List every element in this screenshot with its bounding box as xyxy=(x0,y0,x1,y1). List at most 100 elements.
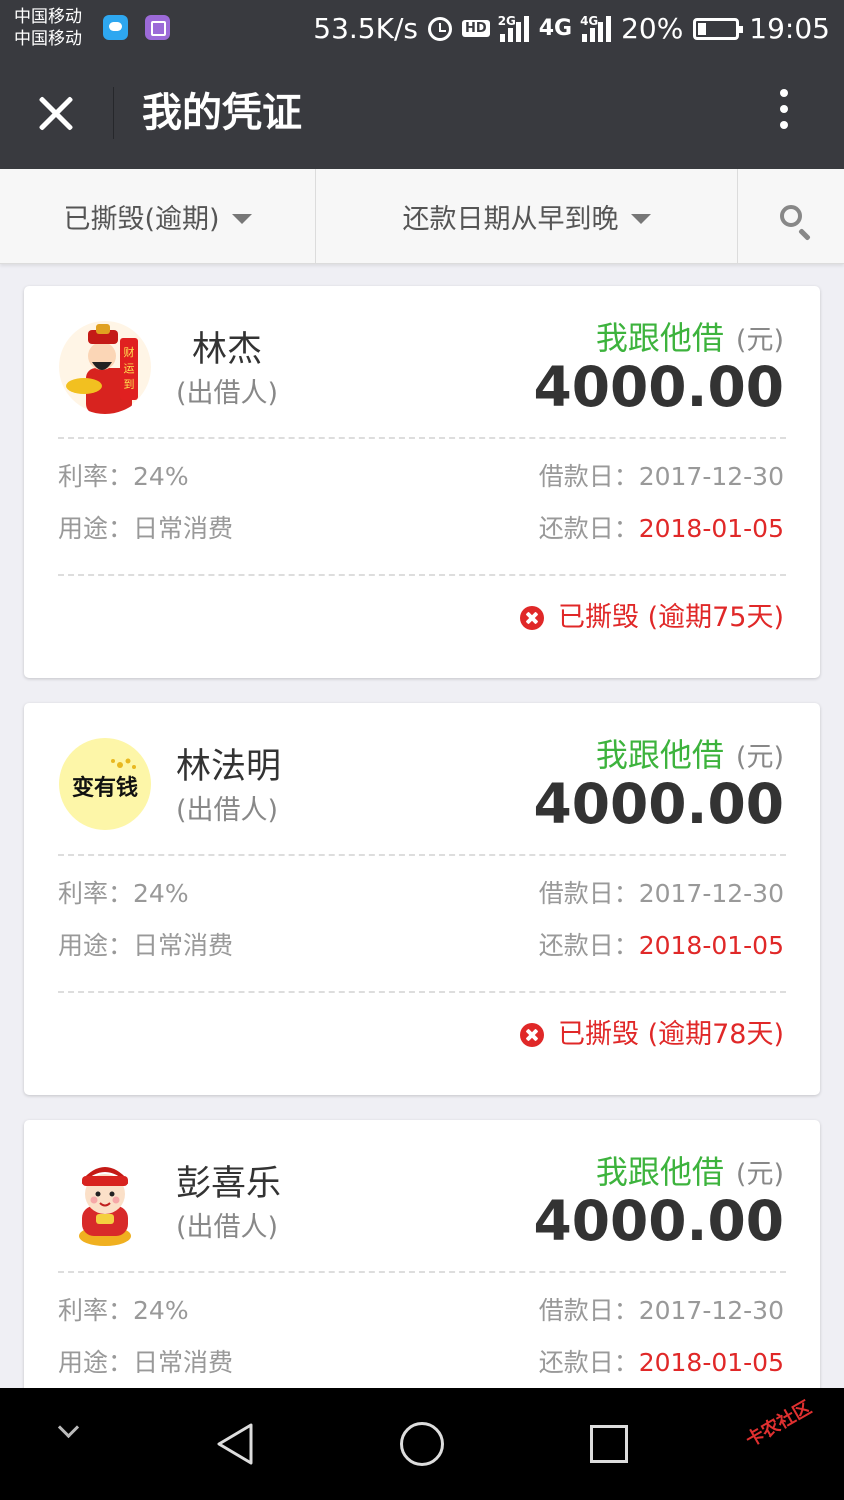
dashed-divider xyxy=(58,437,786,439)
system-nav-bar xyxy=(0,1388,844,1500)
battery-percent: 20% xyxy=(621,12,684,45)
status-right: 53.5K/s HD 2G 4G 4G 20% 19:05 xyxy=(313,0,830,57)
rate-value: 24% xyxy=(133,1296,189,1325)
purpose-value: 日常消费 xyxy=(133,931,234,960)
interest-rate: 利率：24% xyxy=(58,1293,189,1329)
loan-date: 借款日：2017-12-30 xyxy=(539,1293,784,1329)
rate-value: 24% xyxy=(133,879,189,908)
loan-amount: 4000.00 xyxy=(533,355,784,419)
close-circle-icon xyxy=(519,1023,544,1047)
filter-bar: 已撕毁(逾期) 还款日期从早到晚 xyxy=(0,169,844,264)
voucher-card[interactable]: 财 运 到 林杰 (出借人) 我跟他借 (元) 4000.00 利率：24% 用途… xyxy=(24,286,820,678)
purpose-value: 日常消费 xyxy=(133,1348,234,1377)
status-text: 已撕毁 (逾期75天) xyxy=(557,602,784,633)
rate-label: 利率： xyxy=(58,462,134,491)
close-circle-icon xyxy=(519,606,544,630)
purpose-value: 日常消费 xyxy=(133,514,234,543)
carrier-names: 中国移动 中国移动 xyxy=(14,6,82,50)
chevron-down-icon xyxy=(630,214,651,224)
loan-date-value: 2017-12-30 xyxy=(638,879,784,908)
net-2g-label: 2G xyxy=(497,13,516,28)
due-date: 还款日：2018-01-05 xyxy=(539,928,784,964)
loan-date: 借款日：2017-12-30 xyxy=(539,459,784,495)
interest-rate: 利率：24% xyxy=(58,876,189,912)
rate-value: 24% xyxy=(133,462,189,491)
more-menu-icon[interactable] xyxy=(778,89,790,139)
sort-filter-label: 还款日期从早到晚 xyxy=(402,203,619,235)
rate-label: 利率： xyxy=(58,1296,134,1325)
due-date-value: 2018-01-05 xyxy=(638,1348,784,1377)
back-icon[interactable] xyxy=(215,1422,255,1466)
loan-date-value: 2017-12-30 xyxy=(638,462,784,491)
cartoon-avatar xyxy=(58,1154,152,1248)
svg-text:到: 到 xyxy=(124,378,135,391)
close-icon[interactable] xyxy=(36,93,76,133)
battery-icon xyxy=(693,17,744,40)
voucher-status: 已撕毁 (逾期78天) xyxy=(519,1015,784,1055)
lender-name: 林杰 xyxy=(192,330,263,370)
voucher-card[interactable]: 变有钱 林法明 (出借人) 我跟他借 (元) 4000.00 利率：24% 用途：… xyxy=(24,703,820,1095)
voucher-list: 财 运 到 林杰 (出借人) 我跟他借 (元) 4000.00 利率：24% 用途… xyxy=(0,263,844,1388)
loan-type-label: 我跟他借 xyxy=(595,1153,724,1191)
recent-apps-icon[interactable] xyxy=(590,1425,628,1463)
interest-rate: 利率：24% xyxy=(58,459,189,495)
lender-role: (出借人) xyxy=(176,795,279,826)
hide-nav-icon[interactable] xyxy=(57,1416,80,1439)
status-bar: 中国移动 中国移动 53.5K/s HD 2G 4G 4G 20% 19:05 xyxy=(0,0,844,57)
carrier-1: 中国移动 xyxy=(14,7,82,27)
sort-filter-dropdown[interactable]: 还款日期从早到晚 xyxy=(316,169,737,263)
svg-text:运: 运 xyxy=(124,362,135,375)
dashed-divider xyxy=(58,854,786,856)
caishen-avatar: 财 运 到 xyxy=(58,320,152,414)
loan-date-label: 借款日： xyxy=(538,462,639,491)
loan-amount: 4000.00 xyxy=(533,1189,784,1253)
lender-name: 彭喜乐 xyxy=(176,1164,282,1204)
voucher-card[interactable]: 彭喜乐 (出借人) 我跟他借 (元) 4000.00 利率：24% 用途：日常消费… xyxy=(24,1120,820,1388)
status-filter-label: 已撕毁(逾期) xyxy=(63,203,220,235)
status-filter-dropdown[interactable]: 已撕毁(逾期) xyxy=(0,169,315,263)
net-4g-label: 4G xyxy=(538,16,573,41)
title-bar: 我的凭证 xyxy=(0,57,844,169)
svg-text:财: 财 xyxy=(124,345,135,359)
loan-purpose: 用途：日常消费 xyxy=(58,1345,233,1381)
currency-unit: (元) xyxy=(735,742,784,773)
alarm-icon xyxy=(428,16,453,41)
hd-badge: HD xyxy=(462,20,490,37)
dashed-divider xyxy=(58,1271,786,1273)
currency-unit: (元) xyxy=(735,325,784,356)
currency-unit: (元) xyxy=(735,1159,784,1190)
message-app-icon xyxy=(103,15,128,40)
lender-name: 林法明 xyxy=(176,747,282,787)
loan-type-label: 我跟他借 xyxy=(595,319,724,357)
net-speed: 53.5K/s xyxy=(313,12,419,45)
lender-role: (出借人) xyxy=(176,378,279,409)
home-icon[interactable] xyxy=(400,1422,444,1466)
gallery-app-icon xyxy=(145,15,170,40)
signal-4g-icon: 4G xyxy=(580,13,612,42)
signal-2g-icon: 2G xyxy=(497,13,529,42)
loan-date: 借款日：2017-12-30 xyxy=(539,876,784,912)
due-date-value: 2018-01-05 xyxy=(638,931,784,960)
due-date-label: 还款日： xyxy=(538,931,639,960)
page-title: 我的凭证 xyxy=(142,90,302,136)
dashed-divider xyxy=(58,991,786,993)
chevron-down-icon xyxy=(231,214,252,224)
loan-amount: 4000.00 xyxy=(533,772,784,836)
voucher-status: 已撕毁 (逾期75天) xyxy=(519,598,784,638)
avatar-text: 变有钱 xyxy=(72,775,138,801)
title-divider xyxy=(113,87,114,139)
due-date-label: 还款日： xyxy=(538,1348,639,1377)
net-4g-small-label: 4G xyxy=(580,13,599,28)
search-icon[interactable] xyxy=(780,205,802,227)
loan-purpose: 用途：日常消费 xyxy=(58,928,233,964)
filter-divider xyxy=(737,169,738,263)
loan-type-label: 我跟他借 xyxy=(595,736,724,774)
status-text: 已撕毁 (逾期78天) xyxy=(557,1019,784,1050)
due-date: 还款日：2018-01-05 xyxy=(539,511,784,547)
carrier-2: 中国移动 xyxy=(14,29,82,49)
clock-time: 19:05 xyxy=(749,12,830,45)
text-avatar: 变有钱 xyxy=(58,737,152,831)
dashed-divider xyxy=(58,574,786,576)
purpose-label: 用途： xyxy=(58,931,134,960)
loan-date-label: 借款日： xyxy=(538,1296,639,1325)
